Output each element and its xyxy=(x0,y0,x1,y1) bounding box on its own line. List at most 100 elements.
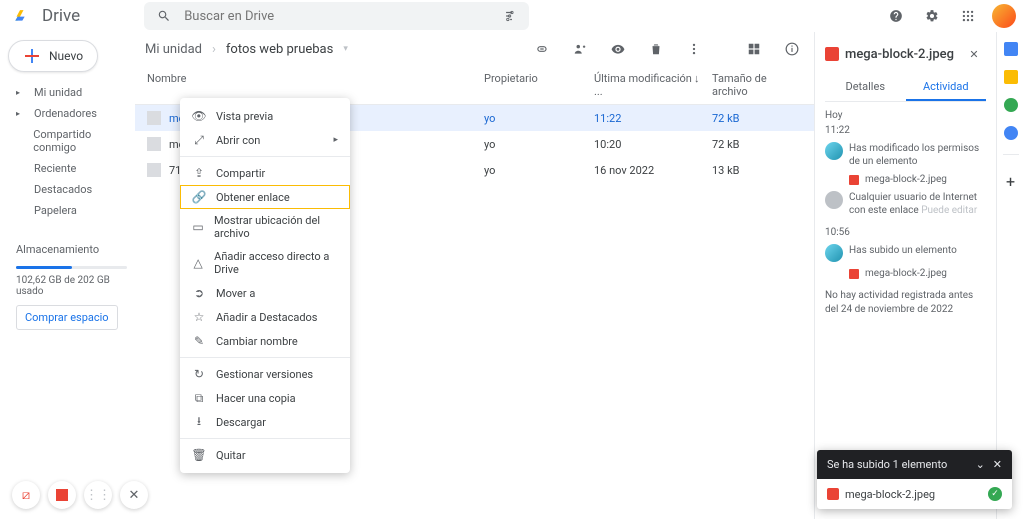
upload-header: Se ha subido 1 elemento xyxy=(827,458,968,471)
new-button-label: Nuevo xyxy=(49,49,83,63)
ctx-show-location[interactable]: ▭Mostrar ubicación del archivo xyxy=(180,209,350,245)
ctx-download[interactable]: ⭳Descargar xyxy=(180,410,350,434)
eye-icon: 👁 xyxy=(192,109,206,123)
stop-icon[interactable] xyxy=(48,481,76,509)
sidebar-item-trash[interactable]: Papelera xyxy=(8,200,135,221)
close-icon[interactable]: ✕ xyxy=(962,42,986,66)
sidebar-item-recent[interactable]: Reciente xyxy=(8,158,135,179)
star-icon: ☆ xyxy=(192,310,206,324)
col-size[interactable]: Tamaño de archivo xyxy=(712,72,802,98)
ctx-star[interactable]: ☆Añadir a Destacados xyxy=(180,305,350,329)
search-input[interactable] xyxy=(184,9,489,24)
contacts-icon[interactable] xyxy=(1004,126,1018,140)
file-thumb-icon xyxy=(147,137,161,151)
sort-arrow-icon[interactable]: ↓ xyxy=(694,72,706,98)
delete-icon[interactable] xyxy=(644,37,668,61)
tasks-icon[interactable] xyxy=(1004,98,1018,112)
move-icon: ➲ xyxy=(192,286,206,300)
activity-file[interactable]: mega-block-2.jpeg xyxy=(849,268,986,279)
share-icon[interactable] xyxy=(568,37,592,61)
chevron-down-icon[interactable]: ⌄ xyxy=(976,458,985,471)
gear-icon[interactable] xyxy=(920,4,944,28)
image-file-icon xyxy=(849,175,859,185)
tab-details[interactable]: Detalles xyxy=(825,74,906,101)
ctx-add-shortcut[interactable]: △Añadir acceso directo a Drive xyxy=(180,245,350,281)
app-header: Drive xyxy=(0,0,1024,32)
image-file-icon xyxy=(827,488,839,500)
ctx-rename[interactable]: ✎Cambiar nombre xyxy=(180,329,350,353)
upload-item[interactable]: mega-block-2.jpeg ✓ xyxy=(817,479,1012,509)
help-icon[interactable] xyxy=(884,4,908,28)
activity-event: Cualquier usuario de Internet con este e… xyxy=(825,191,986,217)
ctx-copy[interactable]: ⧉Hacer una copia xyxy=(180,386,350,410)
activity-file[interactable]: mega-block-2.jpeg xyxy=(849,174,986,185)
open-icon: ⤢ xyxy=(192,133,206,147)
file-thumb-icon xyxy=(147,163,161,177)
share-icon: ⇪ xyxy=(192,166,206,180)
breadcrumb: Mi unidad › fotos web pruebas ▾ xyxy=(135,32,814,66)
ctx-remove[interactable]: 🗑Quitar xyxy=(180,443,350,467)
buy-storage-button[interactable]: Comprar espacio xyxy=(16,305,118,330)
col-name[interactable]: Nombre xyxy=(147,72,484,98)
storage-section: Almacenamiento 102,62 GB de 202 GB usado… xyxy=(8,239,135,330)
sidebar-item-mydrive[interactable]: ▸Mi unidad xyxy=(8,82,135,103)
tab-activity[interactable]: Actividad xyxy=(906,74,987,101)
sidebar-item-starred[interactable]: Destacados xyxy=(8,179,135,200)
col-modified[interactable]: Última modificación ... xyxy=(594,72,694,98)
user-avatar-icon xyxy=(825,244,843,262)
preview-icon[interactable] xyxy=(606,37,630,61)
info-icon[interactable] xyxy=(780,37,804,61)
folder-icon: ▭ xyxy=(192,220,204,234)
recorder-fabs: ⧄ ⋮⋮ ✕ xyxy=(12,481,148,509)
search-icon xyxy=(152,4,176,28)
details-filename: mega-block-2.jpeg xyxy=(845,47,956,62)
ctx-open-with[interactable]: ⤢Abrir con▸ xyxy=(180,128,350,152)
sidebar-item-storage[interactable]: Almacenamiento xyxy=(16,239,127,260)
ctx-move[interactable]: ➲Mover a xyxy=(180,281,350,305)
record-disabled-icon[interactable]: ⧄ xyxy=(12,481,40,509)
user-avatar-icon xyxy=(825,142,843,160)
col-owner[interactable]: Propietario xyxy=(484,72,594,98)
no-activity-text: No hay actividad registrada antes del 24… xyxy=(825,289,986,317)
add-icon[interactable]: + xyxy=(999,169,1023,193)
side-rail: + xyxy=(996,32,1024,519)
get-link-icon[interactable] xyxy=(530,37,554,61)
breadcrumb-current[interactable]: fotos web pruebas xyxy=(226,42,333,57)
new-button[interactable]: Nuevo xyxy=(8,40,98,72)
versions-icon: ↻ xyxy=(192,367,206,381)
ctx-versions[interactable]: ↻Gestionar versiones xyxy=(180,362,350,386)
grid-icon[interactable]: ⋮⋮ xyxy=(84,481,112,509)
ctx-share[interactable]: ⇪Compartir xyxy=(180,161,350,185)
image-file-icon xyxy=(849,269,859,279)
more-icon[interactable] xyxy=(682,37,706,61)
chevron-right-icon: ▸ xyxy=(333,135,338,145)
account-avatar[interactable] xyxy=(992,4,1016,28)
drive-logo[interactable] xyxy=(8,4,32,28)
close-icon[interactable]: ✕ xyxy=(120,481,148,509)
details-tabs: Detalles Actividad xyxy=(825,74,986,102)
storage-bar xyxy=(16,266,127,269)
sidebar-item-computers[interactable]: ▸Ordenadores xyxy=(8,103,135,124)
keep-icon[interactable] xyxy=(1004,70,1018,84)
activity-event: Has modificado los permisos de un elemen… xyxy=(825,142,986,168)
ctx-get-link[interactable]: 🔗Obtener enlace xyxy=(180,185,350,209)
activity-day: Hoy xyxy=(825,110,986,121)
chevron-down-icon[interactable]: ▾ xyxy=(343,44,348,54)
chevron-right-icon: › xyxy=(212,42,216,57)
success-check-icon: ✓ xyxy=(988,487,1002,501)
trash-icon: 🗑 xyxy=(192,448,206,462)
grid-view-icon[interactable] xyxy=(742,37,766,61)
calendar-icon[interactable] xyxy=(1004,42,1018,56)
close-icon[interactable]: ✕ xyxy=(993,458,1002,471)
sidebar-item-shared[interactable]: Compartido conmigo xyxy=(8,124,135,158)
breadcrumb-root[interactable]: Mi unidad xyxy=(145,42,202,57)
apps-icon[interactable] xyxy=(956,4,980,28)
storage-text: 102,62 GB de 202 GB usado xyxy=(16,275,127,297)
image-file-icon xyxy=(825,47,839,61)
plus-icon xyxy=(23,47,41,65)
search-bar[interactable] xyxy=(144,2,529,30)
ctx-preview[interactable]: 👁Vista previa xyxy=(180,104,350,128)
details-panel: mega-block-2.jpeg ✕ Detalles Actividad H… xyxy=(814,32,996,519)
search-filter-icon[interactable] xyxy=(497,4,521,28)
activity-event: Has subido un elemento xyxy=(825,244,986,262)
